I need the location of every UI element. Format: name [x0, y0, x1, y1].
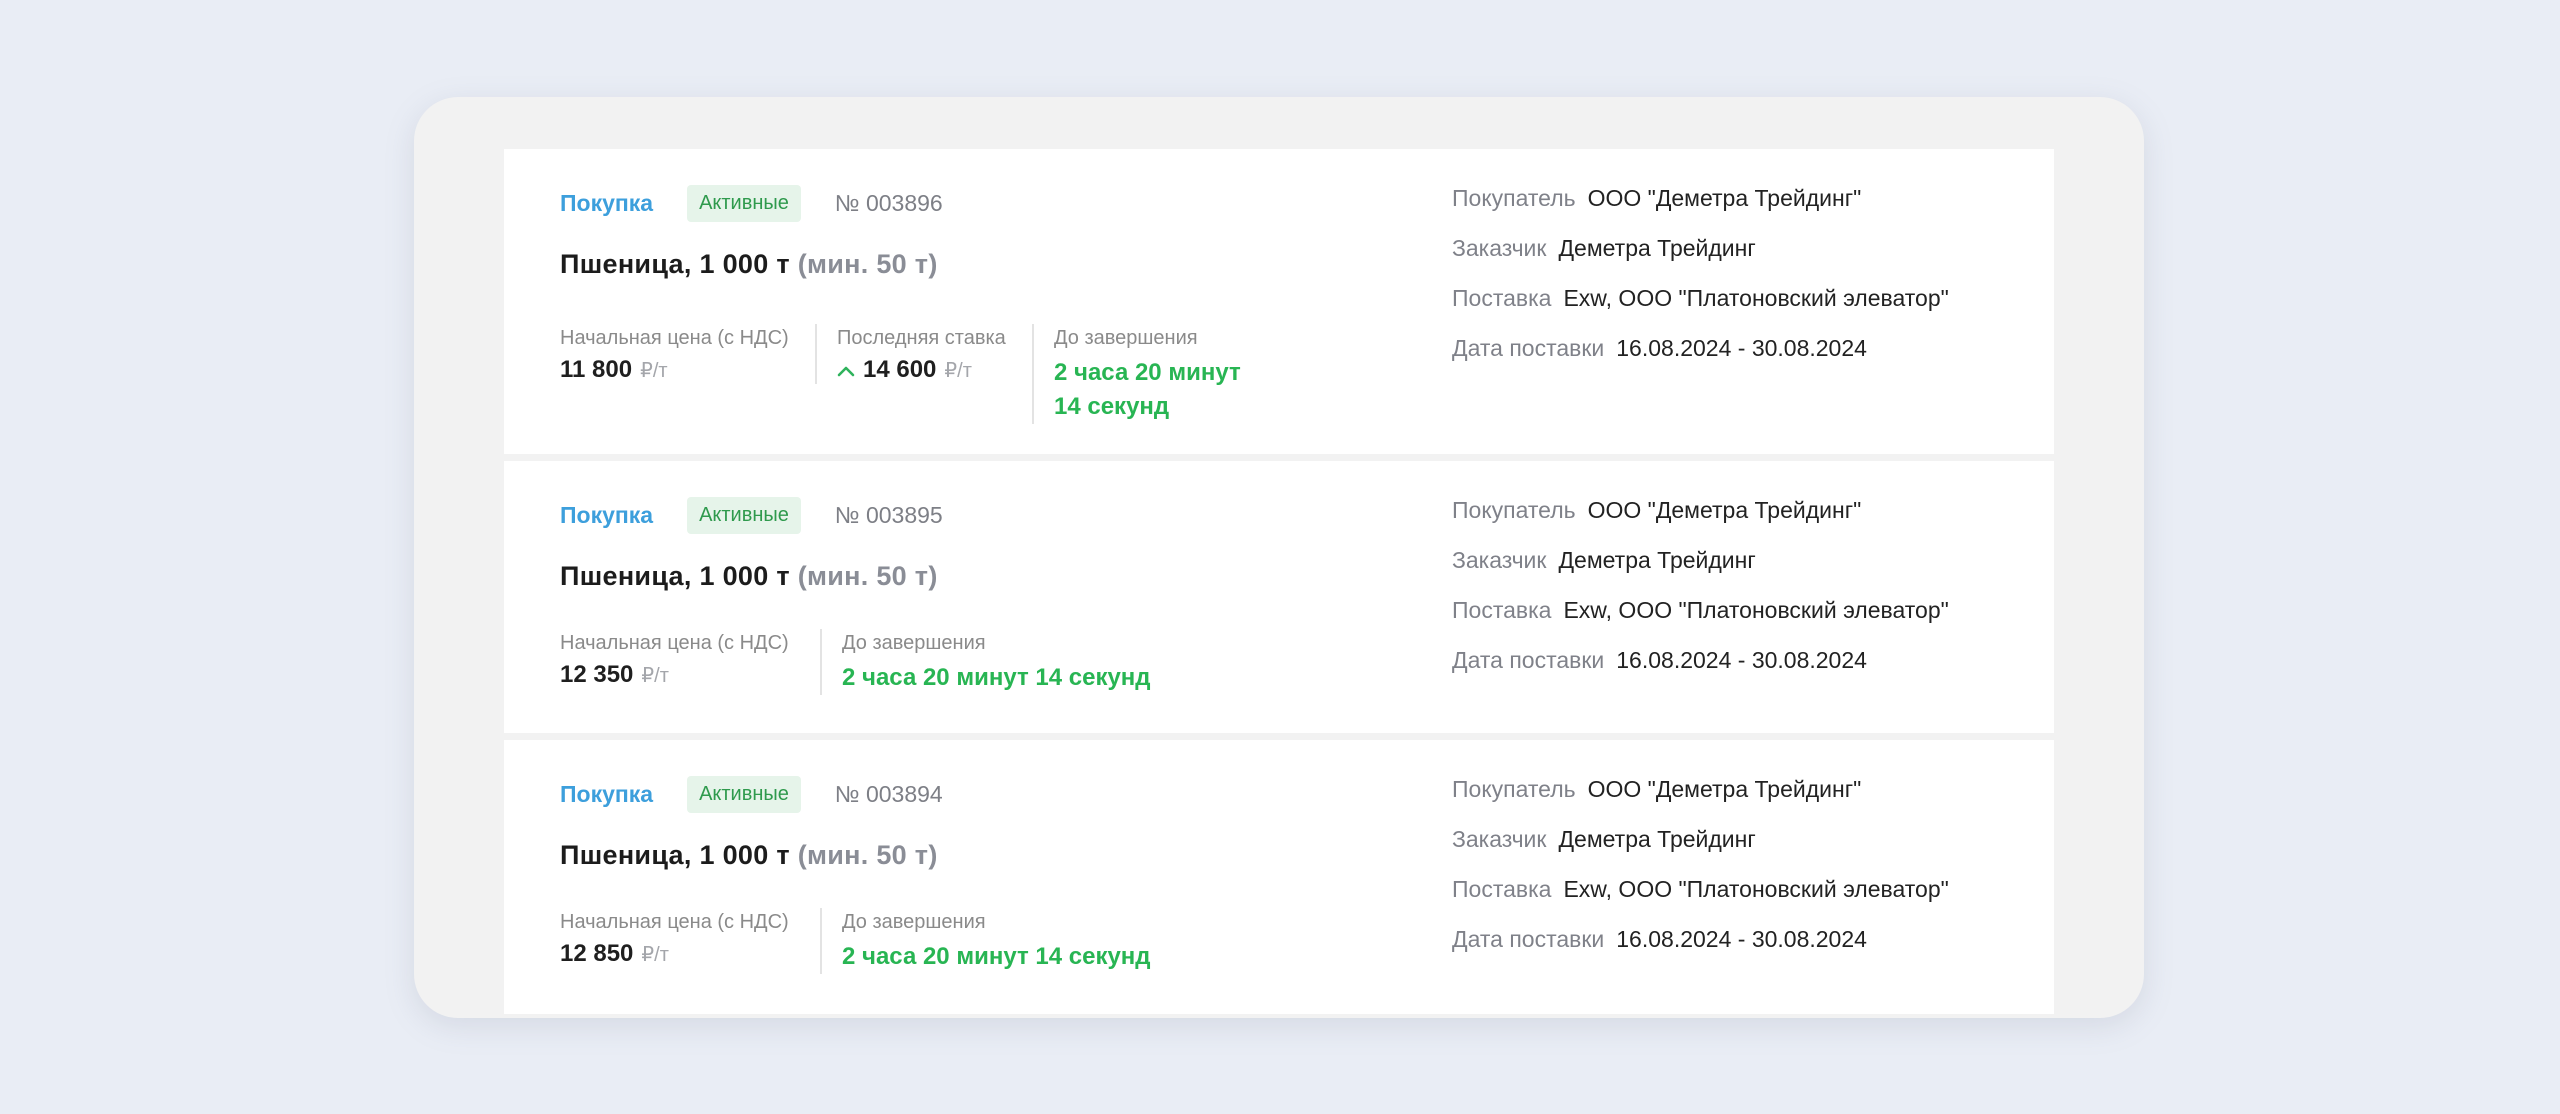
start-price-metric: Начальная цена (с НДС) 12 350 ₽/т: [560, 629, 820, 689]
lot-title-text: Пшеница, 1 000 т: [560, 561, 790, 591]
customer-value: Деметра Трейдинг: [1558, 547, 1756, 573]
start-price-metric: Начальная цена (с НДС) 12 850 ₽/т: [560, 908, 820, 968]
card-header: Покупка Активные № 003895: [560, 497, 943, 534]
lot-number: № 003895: [834, 502, 943, 528]
lot-title-text: Пшеница, 1 000 т: [560, 840, 790, 870]
auction-card[interactable]: Покупка Активные № 003895 Пшеница, 1 000…: [504, 461, 2054, 733]
price-unit: ₽/т: [944, 359, 972, 382]
delivery-label: Поставка: [1452, 597, 1552, 623]
start-price-label: Начальная цена (с НДС): [560, 911, 789, 933]
lot-title: Пшеница, 1 000 т (мин. 50 т): [560, 249, 938, 280]
buyer-value: ООО "Деметра Трейдинг": [1587, 497, 1862, 523]
customer-label: Заказчик: [1452, 547, 1547, 573]
countdown-metric: До завершения 2 часа 20 минут 14 секунд: [820, 629, 1171, 695]
customer-label: Заказчик: [1452, 235, 1547, 261]
buyer-label: Покупатель: [1452, 497, 1576, 523]
buyer-row: Покупатель ООО "Деметра Трейдинг": [1452, 497, 1949, 547]
delivery-date-label: Дата поставки: [1452, 335, 1605, 361]
deal-info: Покупатель ООО "Деметра Трейдинг" Заказч…: [1452, 497, 1949, 697]
auction-list-panel: Покупка Активные № 003896 Пшеница, 1 000…: [414, 97, 2144, 1018]
lot-number: № 003896: [834, 190, 943, 216]
buyer-row: Покупатель ООО "Деметра Трейдинг": [1452, 185, 1949, 235]
countdown-label: До завершения: [1054, 327, 1198, 349]
delivery-value: Exw, ООО "Платоновский элеватор": [1563, 285, 1949, 311]
lot-min-volume: (мин. 50 т): [797, 840, 938, 870]
buyer-value: ООО "Деметра Трейдинг": [1587, 185, 1862, 211]
delivery-date-row: Дата поставки 16.08.2024 - 30.08.2024: [1452, 926, 1949, 976]
start-price-value-row: 11 800 ₽/т: [560, 356, 795, 384]
deal-type-label: Покупка: [560, 502, 654, 528]
buyer-label: Покупатель: [1452, 185, 1576, 211]
price-unit: ₽/т: [640, 359, 668, 382]
customer-value: Деметра Трейдинг: [1558, 826, 1756, 852]
delivery-date-value: 16.08.2024 - 30.08.2024: [1616, 335, 1867, 361]
buyer-row: Покупатель ООО "Деметра Трейдинг": [1452, 776, 1949, 826]
status-badge: Активные: [687, 497, 801, 534]
delivery-date-row: Дата поставки 16.08.2024 - 30.08.2024: [1452, 335, 1949, 385]
countdown-value: 2 часа 20 минут 14 секунд: [842, 943, 1151, 970]
last-bid-metric: Последняя ставка 14 600 ₽/т: [815, 324, 1032, 384]
delivery-date-label: Дата поставки: [1452, 926, 1605, 952]
status-badge: Активные: [687, 185, 801, 222]
delivery-date-label: Дата поставки: [1452, 647, 1605, 673]
buyer-value: ООО "Деметра Трейдинг": [1587, 776, 1862, 802]
card-header: Покупка Активные № 003894: [560, 776, 943, 813]
price-metrics: Начальная цена (с НДС) 12 350 ₽/т До зав…: [560, 629, 1171, 695]
delivery-value: Exw, ООО "Платоновский элеватор": [1563, 876, 1949, 902]
last-bid-value: 14 600: [863, 356, 937, 383]
delivery-row: Поставка Exw, ООО "Платоновский элеватор…: [1452, 285, 1949, 335]
customer-row: Заказчик Деметра Трейдинг: [1452, 547, 1949, 597]
auction-list: Покупка Активные № 003896 Пшеница, 1 000…: [504, 149, 2054, 1018]
start-price-value: 12 350: [560, 661, 634, 688]
deal-type-label: Покупка: [560, 781, 654, 807]
start-price-value: 11 800: [560, 356, 633, 383]
delivery-label: Поставка: [1452, 285, 1552, 311]
delivery-value: Exw, ООО "Платоновский элеватор": [1563, 597, 1949, 623]
countdown-value: 2 часа 20 минут 14 секунд: [1054, 359, 1241, 420]
auction-card[interactable]: Покупка Активные № 003894 Пшеница, 1 000…: [504, 740, 2054, 1014]
deal-type-label: Покупка: [560, 190, 654, 216]
lot-title: Пшеница, 1 000 т (мин. 50 т): [560, 561, 938, 592]
countdown-label: До завершения: [842, 911, 986, 933]
delivery-date-value: 16.08.2024 - 30.08.2024: [1616, 647, 1867, 673]
status-badge: Активные: [687, 776, 801, 813]
countdown-label: До завершения: [842, 632, 986, 654]
start-price-value: 12 850: [560, 940, 634, 967]
auction-card[interactable]: Покупка Активные № 003896 Пшеница, 1 000…: [504, 149, 2054, 454]
deal-info: Покупатель ООО "Деметра Трейдинг" Заказч…: [1452, 185, 1949, 385]
lot-number: № 003894: [834, 781, 943, 807]
start-price-metric: Начальная цена (с НДС) 11 800 ₽/т: [560, 324, 815, 384]
delivery-date-row: Дата поставки 16.08.2024 - 30.08.2024: [1452, 647, 1949, 697]
start-price-value-row: 12 850 ₽/т: [560, 940, 800, 968]
countdown-metric: До завершения 2 часа 20 минут 14 секунд: [820, 908, 1171, 974]
customer-row: Заказчик Деметра Трейдинг: [1452, 826, 1949, 876]
start-price-value-row: 12 350 ₽/т: [560, 661, 800, 689]
chevron-up-icon: [837, 357, 855, 383]
price-unit: ₽/т: [641, 943, 669, 966]
delivery-row: Поставка Exw, ООО "Платоновский элеватор…: [1452, 876, 1949, 926]
lot-min-volume: (мин. 50 т): [797, 249, 938, 279]
buyer-label: Покупатель: [1452, 776, 1576, 802]
delivery-date-value: 16.08.2024 - 30.08.2024: [1616, 926, 1867, 952]
lot-title-text: Пшеница, 1 000 т: [560, 249, 790, 279]
price-metrics: Начальная цена (с НДС) 11 800 ₽/т Послед…: [560, 324, 1292, 424]
countdown-metric: До завершения 2 часа 20 минут 14 секунд: [1032, 324, 1292, 424]
start-price-label: Начальная цена (с НДС): [560, 632, 789, 654]
price-metrics: Начальная цена (с НДС) 12 850 ₽/т До зав…: [560, 908, 1171, 974]
card-header: Покупка Активные № 003896: [560, 185, 943, 222]
customer-label: Заказчик: [1452, 826, 1547, 852]
delivery-label: Поставка: [1452, 876, 1552, 902]
countdown-value: 2 часа 20 минут 14 секунд: [842, 664, 1151, 691]
last-bid-label: Последняя ставка: [837, 327, 1006, 349]
lot-min-volume: (мин. 50 т): [797, 561, 938, 591]
lot-title: Пшеница, 1 000 т (мин. 50 т): [560, 840, 938, 871]
deal-info: Покупатель ООО "Деметра Трейдинг" Заказч…: [1452, 776, 1949, 976]
customer-row: Заказчик Деметра Трейдинг: [1452, 235, 1949, 285]
delivery-row: Поставка Exw, ООО "Платоновский элеватор…: [1452, 597, 1949, 647]
customer-value: Деметра Трейдинг: [1558, 235, 1756, 261]
price-unit: ₽/т: [641, 664, 669, 687]
start-price-label: Начальная цена (с НДС): [560, 327, 789, 349]
last-bid-value-row: 14 600 ₽/т: [837, 356, 1012, 384]
